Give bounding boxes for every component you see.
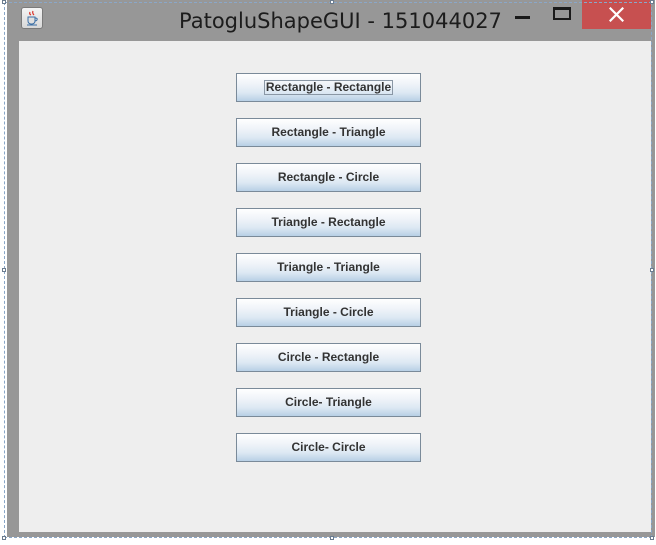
resize-handle-left[interactable] (2, 268, 6, 272)
resize-handle-right[interactable] (650, 268, 654, 272)
resize-handle-top-left[interactable] (2, 0, 6, 4)
screen: PatogluShapeGUI - 151044027 Rectangle - … (0, 0, 656, 545)
resize-handle-top[interactable] (330, 0, 334, 4)
resize-handle-bottom-right[interactable] (650, 536, 654, 540)
resize-handle-top-right[interactable] (650, 0, 654, 4)
resize-handle-bottom[interactable] (330, 536, 334, 540)
selection-frame (4, 2, 652, 538)
resize-handle-bottom-left[interactable] (2, 536, 6, 540)
